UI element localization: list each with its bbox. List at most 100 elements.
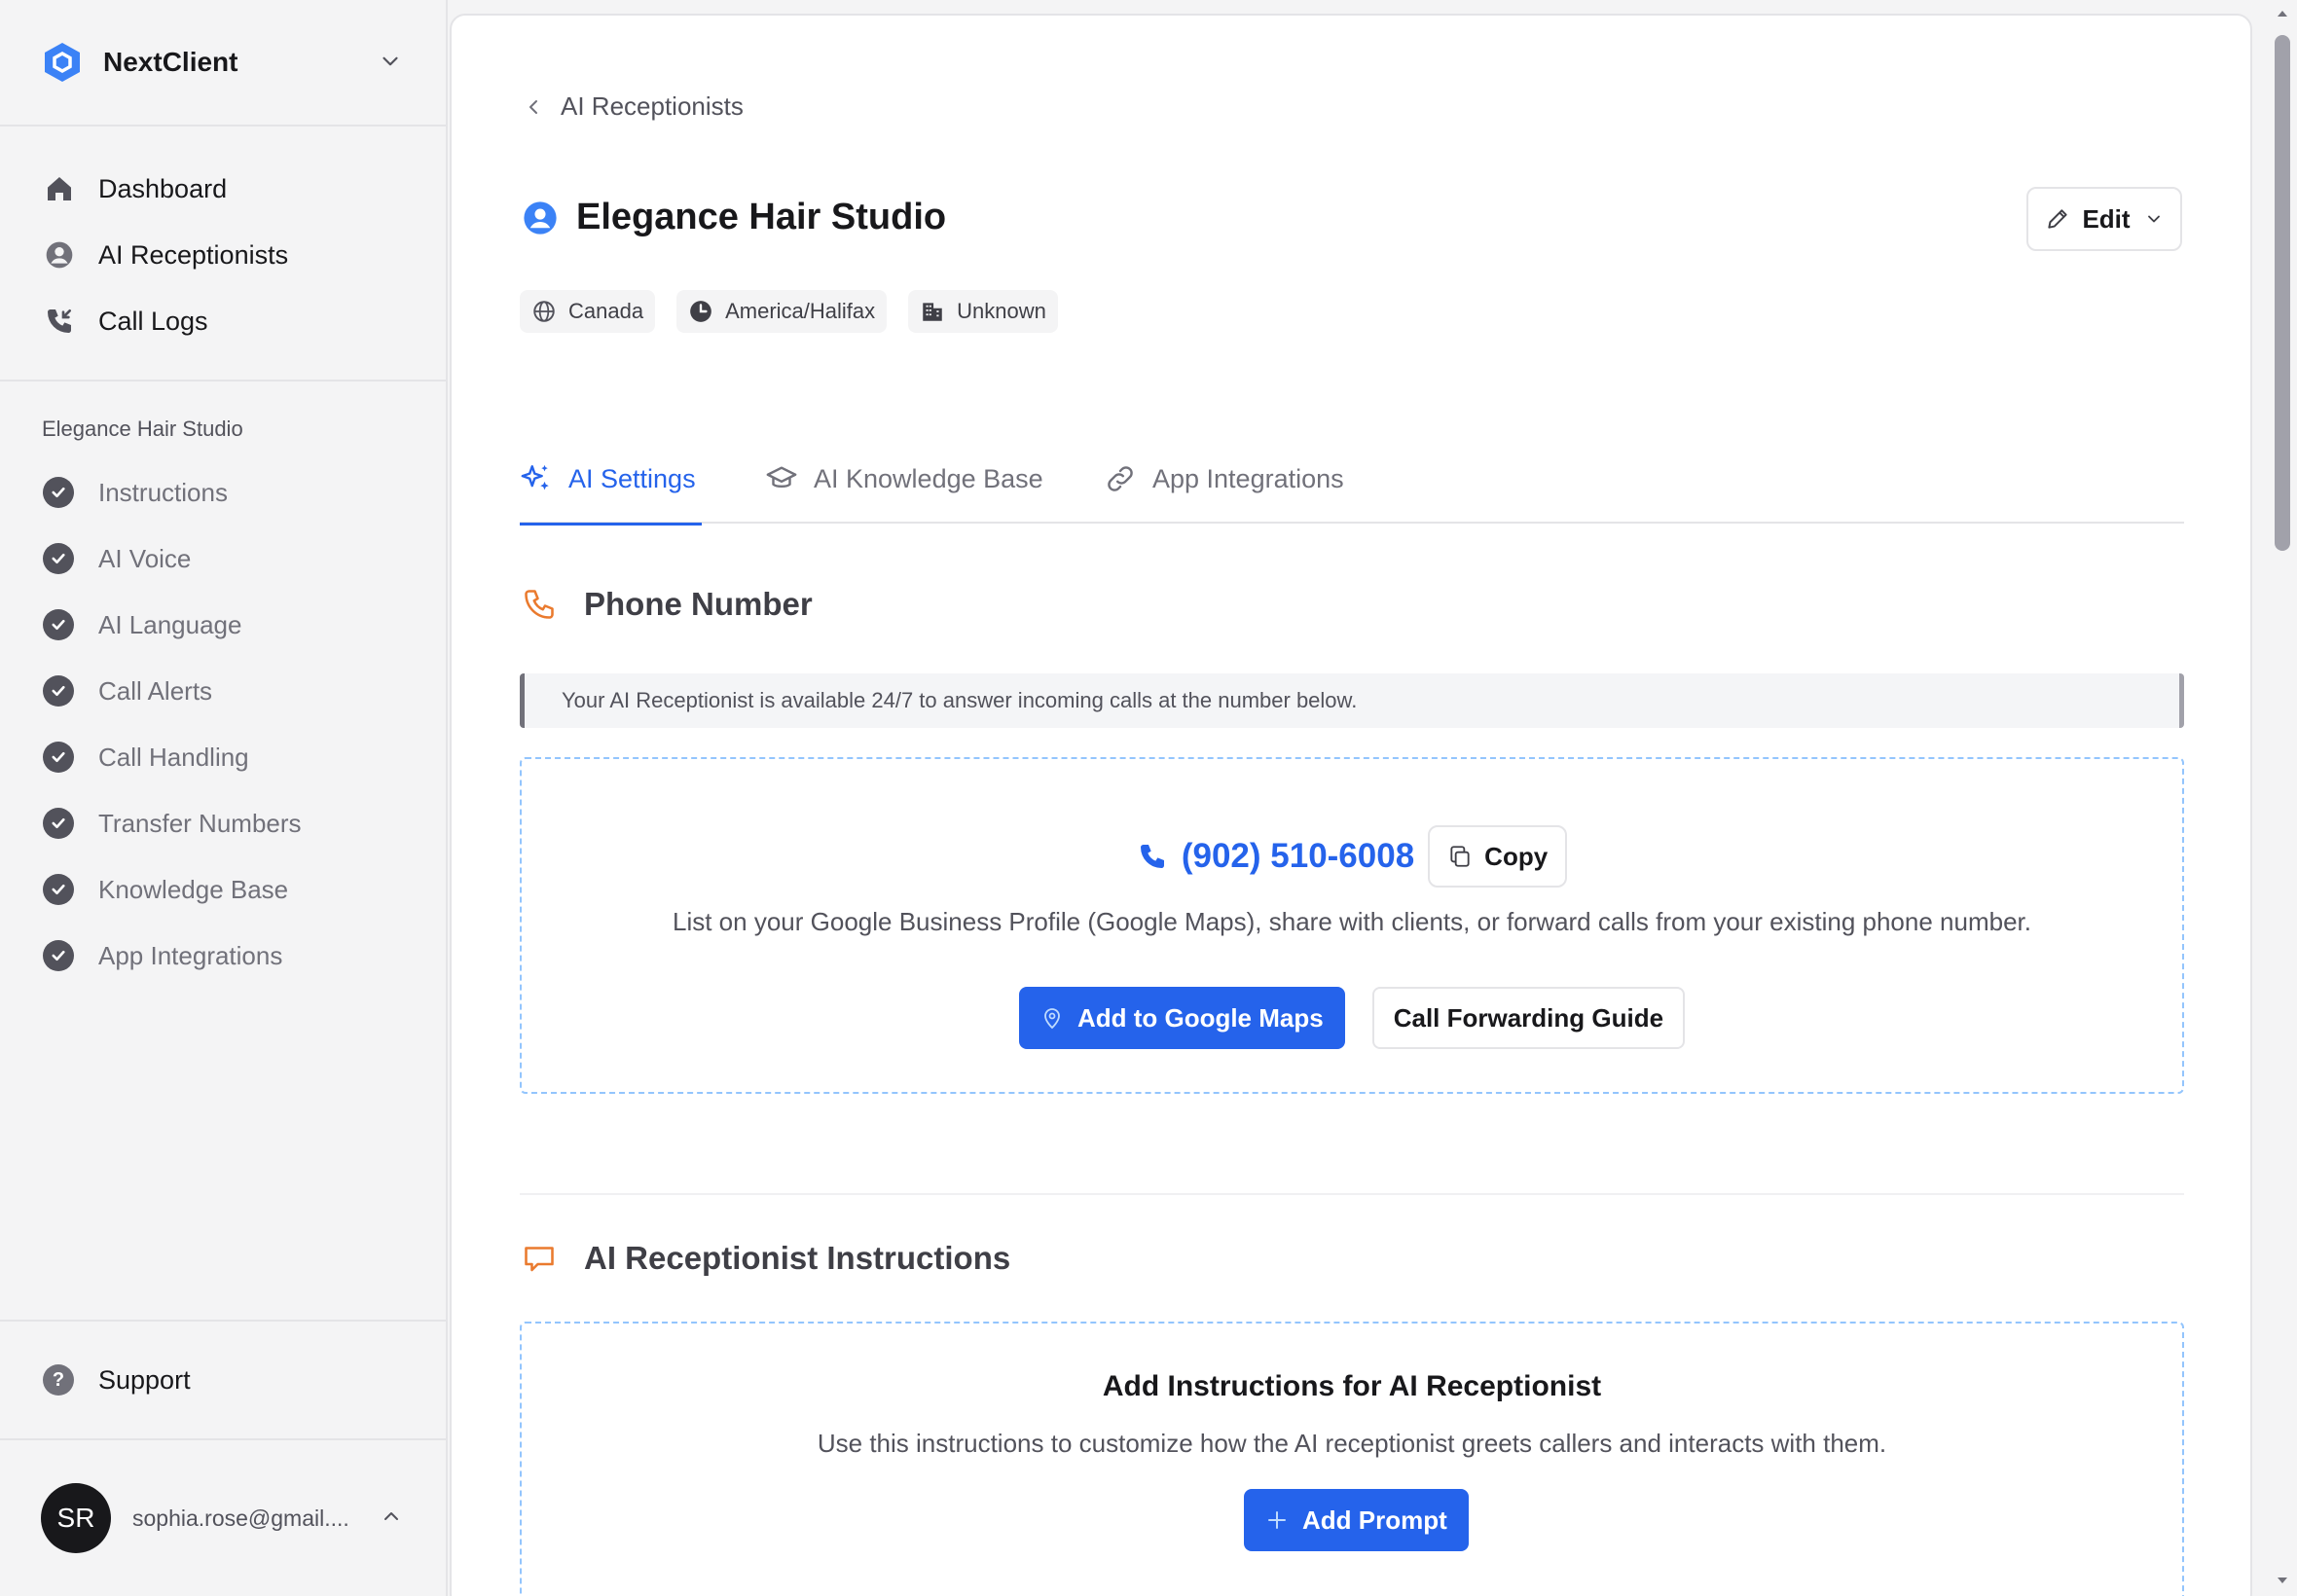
scrollbar[interactable] bbox=[2268, 0, 2297, 1596]
settings-nav: Instructions AI Voice AI Language Call A… bbox=[0, 459, 448, 989]
phone-number[interactable]: (902) 510-6008 bbox=[1182, 837, 1414, 876]
scrollbar-thumb[interactable] bbox=[2275, 35, 2290, 551]
card-description: Use this instructions to customize how t… bbox=[817, 1429, 1887, 1458]
avatar: SR bbox=[41, 1483, 111, 1553]
country-chip: Canada bbox=[520, 290, 656, 333]
check-circle-icon bbox=[43, 543, 74, 574]
sidebar-item-instructions[interactable]: Instructions bbox=[0, 459, 448, 526]
edit-button[interactable]: Edit bbox=[2026, 187, 2182, 251]
link-icon bbox=[1108, 466, 1133, 491]
breadcrumb-label: AI Receptionists bbox=[561, 91, 744, 121]
nav-label: Dashboard bbox=[98, 173, 228, 203]
nav-item-ai-receptionists[interactable]: AI Receptionists bbox=[0, 222, 448, 288]
chevron-left-icon bbox=[529, 99, 537, 114]
sidebar-item-app-integrations[interactable]: App Integrations bbox=[0, 923, 448, 989]
nav-label: AI Receptionists bbox=[98, 239, 289, 270]
support-label: Support bbox=[98, 1364, 191, 1395]
section-title: Phone Number bbox=[584, 586, 813, 622]
hexagon-logo-icon bbox=[45, 43, 80, 82]
graduation-cap-icon bbox=[766, 466, 797, 488]
main-panel: AI Receptionists Elegance Hair Studio Ed… bbox=[450, 14, 2252, 1596]
sidebar-section-title: Elegance Hair Studio bbox=[42, 417, 243, 441]
user-circle-icon bbox=[43, 238, 76, 272]
chip-label: Canada bbox=[568, 299, 644, 323]
clock-icon bbox=[690, 301, 711, 322]
nav-item-dashboard[interactable]: Dashboard bbox=[0, 156, 448, 222]
sidebar-item-ai-voice[interactable]: AI Voice bbox=[0, 526, 448, 592]
sidebar-item-knowledge-base[interactable]: Knowledge Base bbox=[0, 856, 448, 923]
app-window: NextClient Dashboard AI Receptionists Ca… bbox=[0, 0, 2297, 1596]
tab-ai-knowledge-base[interactable]: AI Knowledge Base bbox=[765, 434, 1043, 524]
call-forwarding-guide-button[interactable]: Call Forwarding Guide bbox=[1371, 987, 1686, 1049]
copy-label: Copy bbox=[1484, 841, 1549, 871]
button-label: Add Prompt bbox=[1302, 1505, 1447, 1535]
availability-notice: Your AI Receptionist is available 24/7 t… bbox=[520, 673, 2184, 728]
sidebar-item-label: Transfer Numbers bbox=[98, 808, 302, 838]
edit-label: Edit bbox=[2082, 203, 2131, 234]
phone-number-card: (902) 510-6008 Copy List on your Google … bbox=[520, 757, 2184, 1094]
plus-icon bbox=[1268, 1511, 1286, 1529]
check-circle-icon bbox=[43, 742, 74, 773]
section-divider bbox=[520, 1193, 2184, 1195]
copy-button[interactable]: Copy bbox=[1428, 825, 1568, 888]
sidebar: NextClient Dashboard AI Receptionists Ca… bbox=[0, 0, 448, 1596]
workspace-switcher[interactable]: NextClient bbox=[0, 0, 448, 127]
chip-label: America/Halifax bbox=[725, 299, 876, 323]
notice-text: Your AI Receptionist is available 24/7 t… bbox=[562, 688, 1358, 712]
tab-label: AI Knowledge Base bbox=[814, 463, 1043, 493]
chevron-up-icon bbox=[384, 1512, 398, 1520]
sidebar-item-label: AI Voice bbox=[98, 543, 192, 573]
pencil-icon bbox=[2048, 209, 2068, 229]
tab-ai-settings[interactable]: AI Settings bbox=[520, 434, 702, 526]
help-circle-icon: ? bbox=[43, 1364, 74, 1396]
chevron-down-icon bbox=[2147, 215, 2160, 223]
meta-chips: Canada America/Halifax Unknown bbox=[520, 290, 1079, 333]
scroll-up-arrow-icon[interactable] bbox=[2275, 6, 2290, 21]
sidebar-item-label: Call Handling bbox=[98, 742, 249, 772]
check-circle-icon bbox=[43, 609, 74, 640]
nav-item-call-logs[interactable]: Call Logs bbox=[0, 288, 448, 354]
tab-label: AI Settings bbox=[568, 463, 696, 493]
breadcrumb[interactable]: AI Receptionists bbox=[522, 91, 744, 122]
home-icon bbox=[43, 172, 76, 205]
message-icon bbox=[525, 1247, 554, 1272]
user-menu[interactable]: SR sophia.rose@gmail.... bbox=[0, 1440, 448, 1596]
chevron-down-icon bbox=[383, 56, 398, 66]
sidebar-item-transfer-numbers[interactable]: Transfer Numbers bbox=[0, 790, 448, 856]
button-label: Add to Google Maps bbox=[1076, 1002, 1324, 1033]
tab-app-integrations[interactable]: App Integrations bbox=[1104, 434, 1344, 524]
scroll-down-arrow-icon[interactable] bbox=[2275, 1573, 2290, 1588]
page-title: Elegance Hair Studio bbox=[576, 197, 947, 237]
copy-icon bbox=[1450, 846, 1470, 867]
check-circle-icon bbox=[43, 675, 74, 707]
sidebar-item-label: App Integrations bbox=[98, 940, 283, 970]
check-circle-icon bbox=[43, 940, 74, 971]
map-pin-icon bbox=[1044, 1008, 1060, 1030]
main-nav: Dashboard AI Receptionists Call Logs bbox=[0, 127, 448, 381]
instructions-card: Add Instructions for AI Receptionist Use… bbox=[520, 1322, 2184, 1596]
sidebar-item-call-handling[interactable]: Call Handling bbox=[0, 724, 448, 790]
chip-label: Unknown bbox=[957, 299, 1046, 323]
phone-section-header: Phone Number bbox=[522, 586, 813, 623]
support-link[interactable]: ? Support bbox=[0, 1320, 448, 1440]
user-email: sophia.rose@gmail.... bbox=[132, 1505, 349, 1531]
sidebar-item-call-alerts[interactable]: Call Alerts bbox=[0, 658, 448, 724]
section-title: AI Receptionist Instructions bbox=[584, 1240, 1011, 1276]
sidebar-item-ai-language[interactable]: AI Language bbox=[0, 592, 448, 658]
card-title: Add Instructions for AI Receptionist bbox=[1102, 1370, 1602, 1402]
phone-description: List on your Google Business Profile (Go… bbox=[673, 907, 2031, 936]
sidebar-item-label: Instructions bbox=[98, 477, 228, 507]
workspace-name: NextClient bbox=[103, 47, 238, 77]
building-icon bbox=[923, 303, 942, 321]
globe-icon bbox=[533, 301, 555, 322]
instructions-section-header: AI Receptionist Instructions bbox=[522, 1240, 1010, 1277]
add-to-google-maps-button[interactable]: Add to Google Maps bbox=[1018, 987, 1345, 1049]
sidebar-item-label: Knowledge Base bbox=[98, 874, 289, 904]
industry-chip: Unknown bbox=[908, 290, 1058, 333]
sidebar-item-label: Call Alerts bbox=[98, 675, 213, 706]
phone-icon bbox=[1140, 845, 1164, 868]
button-label: Call Forwarding Guide bbox=[1393, 1002, 1664, 1033]
add-prompt-button[interactable]: Add Prompt bbox=[1244, 1489, 1469, 1551]
timezone-chip: America/Halifax bbox=[676, 290, 888, 333]
phone-icon bbox=[525, 590, 554, 619]
